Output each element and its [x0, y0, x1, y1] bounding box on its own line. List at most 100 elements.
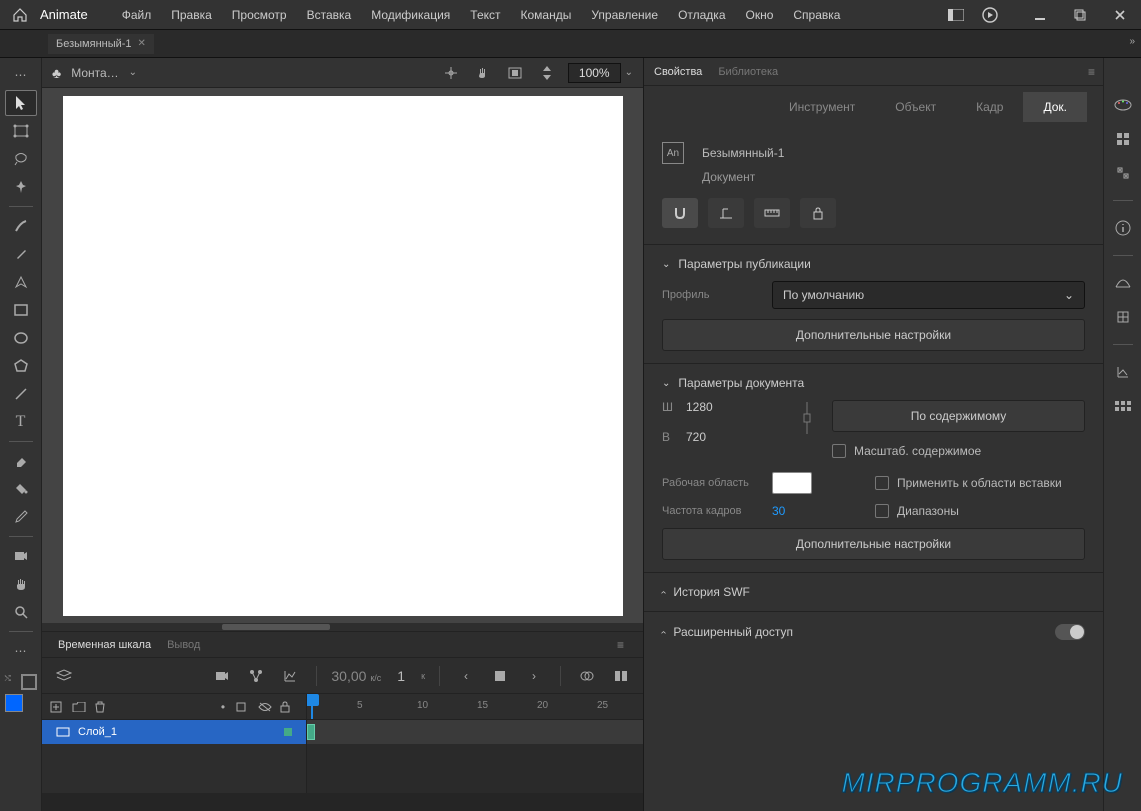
timeline-frames-row[interactable]	[307, 720, 643, 744]
camera-layer-icon[interactable]	[210, 664, 234, 688]
menu-view[interactable]: Просмотр	[222, 0, 297, 30]
zoom-dropdown-chevron[interactable]: ⌄	[625, 67, 633, 78]
align-panel-icon[interactable]	[1112, 162, 1134, 184]
transform-panel-icon[interactable]	[1112, 306, 1134, 328]
stage-color-swatch[interactable]	[772, 472, 812, 494]
bridge-panel-icon[interactable]	[1112, 272, 1134, 294]
edit-scene-button[interactable]	[708, 198, 744, 228]
menu-edit[interactable]: Правка	[161, 0, 222, 30]
color-chips[interactable]: ⤭	[3, 674, 39, 714]
playhead[interactable]	[309, 694, 315, 720]
close-tab-icon[interactable]: ✕	[138, 38, 146, 49]
subtab-frame[interactable]: Кадр	[956, 92, 1023, 122]
subtab-document[interactable]: Док.	[1023, 92, 1087, 122]
camera-tool[interactable]	[5, 543, 37, 569]
workspace-switcher-icon[interactable]	[943, 2, 969, 28]
color-panel-icon[interactable]	[1112, 94, 1134, 116]
graph-icon[interactable]	[278, 664, 302, 688]
play-button[interactable]	[977, 2, 1003, 28]
stage[interactable]	[63, 96, 623, 616]
frame-span-icon[interactable]	[609, 664, 633, 688]
ranges-checkbox[interactable]: Диапазоны	[875, 504, 1085, 518]
text-tool[interactable]: T	[5, 409, 37, 435]
tab-properties[interactable]: Свойства	[654, 66, 702, 78]
layers-toggle-icon[interactable]	[52, 664, 76, 688]
timeline-ruler[interactable]: 5 10 15 20 25	[307, 694, 643, 720]
menu-commands[interactable]: Команды	[511, 0, 582, 30]
layer-visibility-icon[interactable]	[258, 702, 276, 712]
height-value[interactable]: 720	[686, 430, 706, 444]
menu-file[interactable]: Файл	[112, 0, 162, 30]
scene-dropdown-label[interactable]: Монта…	[71, 66, 118, 80]
stop-icon[interactable]	[488, 664, 512, 688]
paint-bucket-tool[interactable]	[5, 476, 37, 502]
window-minimize[interactable]	[1027, 2, 1053, 28]
menu-text[interactable]: Текст	[460, 0, 510, 30]
free-transform-tool[interactable]	[5, 118, 37, 144]
tab-expand-icon[interactable]: »	[1129, 36, 1135, 47]
publish-more-settings-button[interactable]: Дополнительные настройки	[662, 319, 1085, 351]
canvas-horizontal-scrollbar[interactable]	[42, 623, 643, 631]
polygon-tool[interactable]	[5, 353, 37, 379]
components-panel-icon[interactable]	[1112, 395, 1134, 417]
layer-row[interactable]: Слой_1	[42, 720, 306, 744]
center-stage-icon[interactable]	[440, 62, 462, 84]
section-swf-header[interactable]: › История SWF	[662, 585, 1085, 599]
home-button[interactable]	[8, 3, 32, 27]
fit-content-button[interactable]: По содержимому	[832, 400, 1085, 432]
panel-menu-icon[interactable]: ≡	[1088, 65, 1095, 79]
delete-layer-icon[interactable]	[94, 701, 112, 713]
new-layer-icon[interactable]	[50, 701, 68, 713]
onion-skin-icon[interactable]	[575, 664, 599, 688]
subtab-tool[interactable]: Инструмент	[769, 92, 875, 122]
hand-tool[interactable]	[5, 571, 37, 597]
timeline-menu-icon[interactable]: ≡	[617, 638, 635, 652]
tab-output[interactable]: Вывод	[159, 639, 208, 651]
layer-parenting-icon[interactable]	[244, 664, 268, 688]
rotate-view-icon[interactable]	[472, 62, 494, 84]
menu-window[interactable]: Окно	[736, 0, 784, 30]
scene-icon[interactable]: ♣	[52, 65, 61, 81]
tool-drag-dots[interactable]: ⋯	[5, 62, 37, 88]
stroke-color-chip[interactable]	[21, 674, 37, 690]
prev-frame-icon[interactable]: ‹	[454, 664, 478, 688]
pushpin-tool[interactable]	[5, 174, 37, 200]
menu-help[interactable]: Справка	[783, 0, 850, 30]
doc-more-settings-button[interactable]: Дополнительные настройки	[662, 528, 1085, 560]
profile-dropdown[interactable]: По умолчанию ⌄	[772, 281, 1085, 309]
tab-timeline[interactable]: Временная шкала	[50, 639, 159, 651]
window-maximize[interactable]	[1067, 2, 1093, 28]
zoom-value[interactable]: 100%	[568, 63, 621, 83]
new-folder-icon[interactable]	[72, 702, 90, 712]
section-doc-header[interactable]: ⌄ Параметры документа	[662, 376, 1085, 390]
width-value[interactable]: 1280	[686, 400, 713, 414]
fill-color-chip[interactable]	[5, 694, 23, 712]
rectangle-tool[interactable]	[5, 297, 37, 323]
timeline-track[interactable]: 5 10 15 20 25	[307, 694, 643, 793]
next-frame-icon[interactable]: ›	[522, 664, 546, 688]
lasso-tool[interactable]	[5, 146, 37, 172]
timeline-fps[interactable]: 30,00 к/с	[331, 668, 381, 684]
document-tab[interactable]: Безымянный-1 ✕	[48, 34, 154, 54]
scene-dropdown-chevron[interactable]: ⌄	[129, 67, 137, 78]
clip-stage-icon[interactable]	[504, 62, 526, 84]
link-dimensions-icon[interactable]	[798, 400, 816, 436]
menu-debug[interactable]: Отладка	[668, 0, 735, 30]
swap-colors-icon[interactable]: ⤭	[5, 674, 11, 684]
menu-control[interactable]: Управление	[581, 0, 668, 30]
layer-outline-icon[interactable]	[236, 702, 254, 712]
paint-brush-tool[interactable]	[5, 241, 37, 267]
keyframe[interactable]	[307, 724, 315, 740]
tool-options-icon[interactable]: ⋯	[5, 638, 37, 664]
framerate-value[interactable]: 30	[772, 504, 785, 518]
pen-tool[interactable]	[5, 269, 37, 295]
swatches-panel-icon[interactable]	[1112, 128, 1134, 150]
window-close[interactable]	[1107, 2, 1133, 28]
canvas-area[interactable]	[42, 88, 643, 623]
layer-lock-icon[interactable]	[280, 701, 298, 713]
scale-content-checkbox[interactable]: Масштаб. содержимое	[832, 444, 1085, 458]
zoom-stepper-icon[interactable]	[536, 62, 558, 84]
apply-paste-checkbox[interactable]: Применить к области вставки	[875, 476, 1085, 490]
brush-tool[interactable]	[5, 213, 37, 239]
selection-tool[interactable]	[5, 90, 37, 116]
